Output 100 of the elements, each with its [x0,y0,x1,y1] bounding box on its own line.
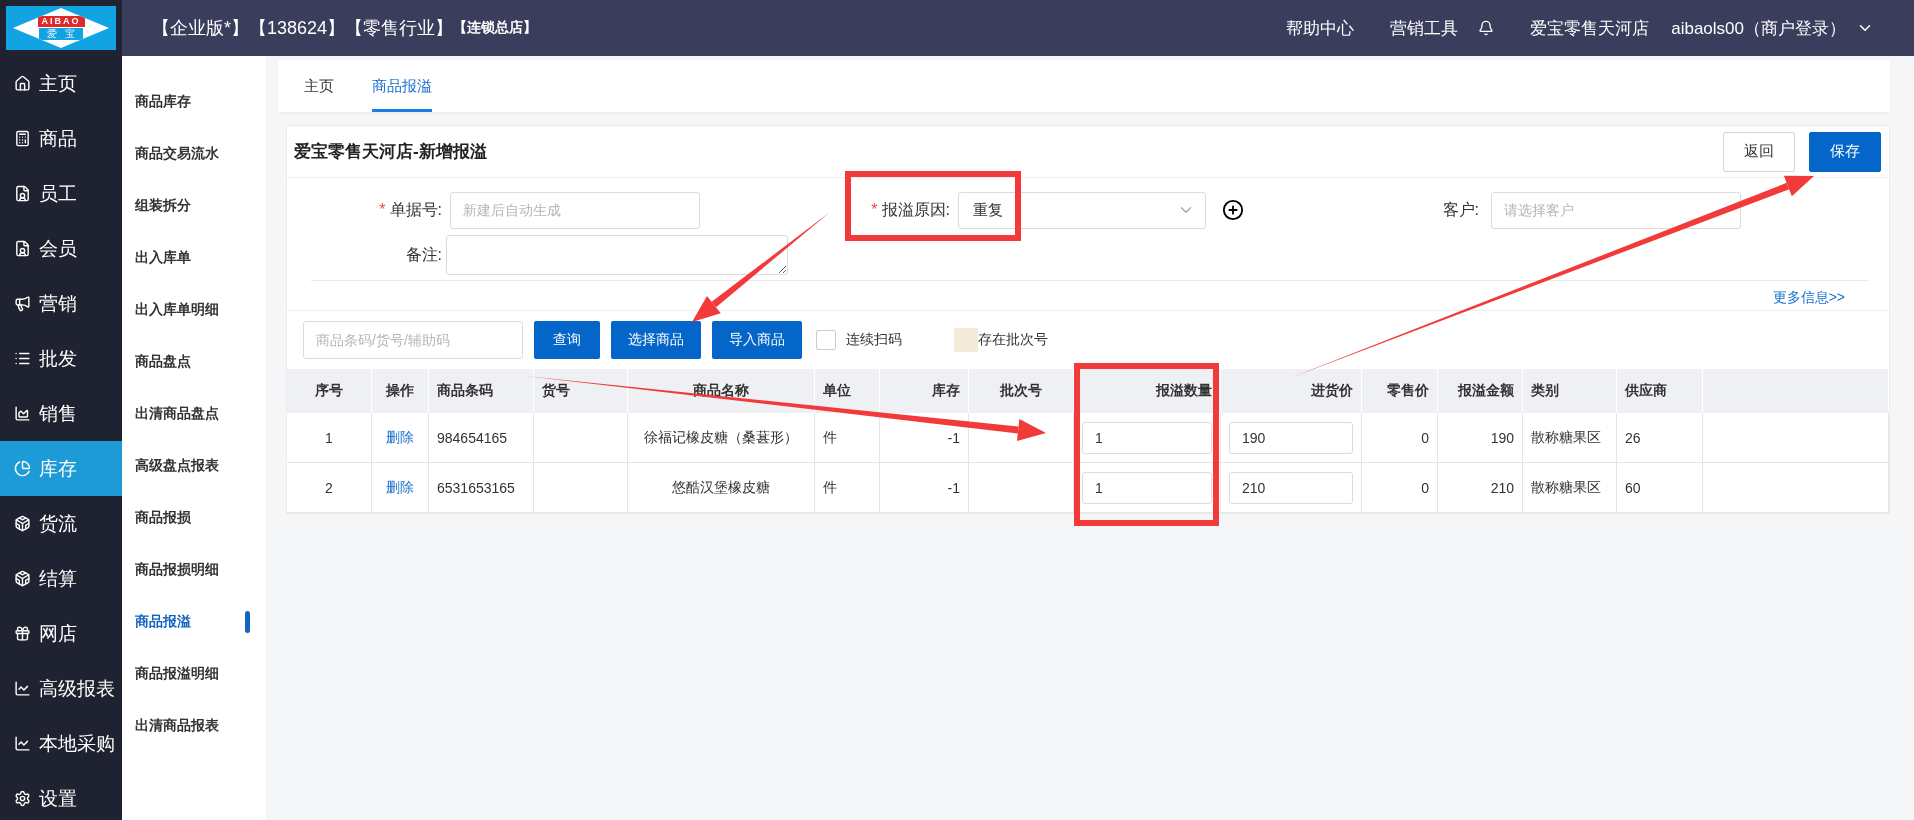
header-tag: 【138624】 [249,16,346,40]
nav-item[interactable]: 员工 [0,166,122,221]
quantity-field[interactable]: 1 [1082,471,1212,504]
megaphone-icon [14,295,31,312]
column-header: 零售价 [1362,369,1438,413]
nav-item[interactable]: 商品 [0,111,122,166]
cost-field[interactable]: 210 [1229,471,1353,504]
field-label: 备注: [404,244,442,265]
submenu-item[interactable]: 商品报损明细 [122,544,266,596]
column-header: 序号 [287,369,372,413]
header-tag: 【零售行业】 [345,16,454,40]
submenu-item[interactable]: 组装拆分 [122,180,266,232]
column-header: 库存 [880,369,969,413]
checkbox[interactable] [816,330,836,350]
back-button[interactable]: 返回 [1723,131,1795,172]
table-cell: 0 [1362,413,1438,463]
nav-item[interactable]: 设置 [0,771,122,820]
user-menu[interactable]: aibaols00（商户登录） [1671,16,1874,40]
cost-field[interactable]: 190 [1229,421,1353,454]
list-icon [14,350,31,367]
toolbar-button[interactable]: 导入商品 [712,321,802,359]
tab[interactable]: 主页 [304,60,334,112]
page-title: 爱宝零售天河店-新增报溢 [294,141,487,163]
submenu-item[interactable]: 商品报溢 [122,596,266,648]
column-header: 批次号 [969,369,1074,413]
add-icon[interactable] [1222,199,1244,221]
submenu-item[interactable]: 商品交易流水 [122,128,266,180]
nav-item[interactable]: 网店 [0,606,122,661]
nav-item[interactable]: 批发 [0,331,122,386]
reason-select[interactable]: 重复 [958,191,1206,229]
save-button[interactable]: 保存 [1809,131,1881,172]
note-field[interactable] [446,235,788,275]
field-label: * 报溢原因: [870,199,950,220]
submenu-item[interactable]: 商品盘点 [122,336,266,388]
table-cell: 散称糖果区 [1523,463,1617,513]
submenu-item[interactable]: 高级盘点报表 [122,440,266,492]
search-field[interactable]: 商品条码/货号/辅助码 [303,321,523,359]
table-cell: 26 [1617,413,1703,463]
table-cell: 190 [1438,413,1523,463]
header-tag: 【企业版*】 [152,16,249,40]
submenu-item[interactable]: 商品报溢明细 [122,648,266,700]
store-name: 爱宝零售天河店 [1530,17,1650,40]
table-cell: -1 [880,463,969,513]
submenu-item[interactable]: 商品报损 [122,492,266,544]
nav-item[interactable]: 高级报表 [0,661,122,716]
table-cell: 件 [815,463,880,513]
line-chart-icon [14,680,31,697]
checkbox-label: 连续扫码 [846,331,902,349]
cube-icon [14,515,31,532]
table-cell: 散称糖果区 [1523,413,1617,463]
nav-item[interactable]: 结算 [0,551,122,606]
delete-link[interactable]: 删除 [386,428,414,447]
column-header: 操作 [372,369,429,413]
cube-icon [14,570,31,587]
logo: AIBAO 爱宝 [6,6,116,50]
order-number-field[interactable]: 新建后自动生成 [450,191,700,229]
column-header: 供应商 [1617,369,1703,413]
table-cell: 1 [287,413,372,463]
field-label: 客户: [1441,199,1479,220]
field-label: * 单据号: [378,199,442,220]
nav-item[interactable]: 本地采购 [0,716,122,771]
notification-bell-icon[interactable] [1478,20,1495,36]
nav-item[interactable]: 主页 [0,56,122,111]
customer-field[interactable]: 请选择客户 [1491,191,1741,229]
settings-icon [14,790,31,807]
header-link[interactable]: 帮助中心 [1286,16,1355,40]
nav-item[interactable]: 货流 [0,496,122,551]
nav-item[interactable]: 会员 [0,221,122,276]
submenu-item[interactable]: 出清商品报表 [122,700,266,752]
header-tag: 【连锁总店】 [453,19,538,37]
column-header: 货号 [534,369,628,413]
active-indicator [245,611,250,633]
table-cell: 2 [287,463,372,513]
table-cell: 悠酷汉堡橡皮糖 [628,463,815,513]
nav-item[interactable]: 销售 [0,386,122,441]
more-info-link[interactable]: 更多信息>> [1772,289,1845,307]
quantity-field[interactable]: 1 [1082,421,1212,454]
submenu-item[interactable]: 商品库存 [122,76,266,128]
legend-label: 存在批次号 [978,331,1048,349]
line-chart-icon [14,735,31,752]
table-cell: 6531653165 [429,463,534,513]
column-header: 类别 [1523,369,1617,413]
document-person-icon [14,240,31,257]
toolbar-button[interactable]: 选择商品 [611,321,701,359]
column-header: 单位 [815,369,880,413]
area-chart-icon [14,405,31,422]
table-cell: 984654165 [429,413,534,463]
delete-link[interactable]: 删除 [386,478,414,497]
submenu-item[interactable]: 出入库单 [122,232,266,284]
submenu-item[interactable]: 出入库单明细 [122,284,266,336]
submenu-item[interactable]: 出清商品盘点 [122,388,266,440]
table-cell: 60 [1617,463,1703,513]
tab[interactable]: 商品报溢 [372,60,432,112]
home-icon [14,75,31,92]
toolbar-button[interactable]: 查询 [534,321,600,359]
document-person-icon [14,185,31,202]
header-link[interactable]: 营销工具 [1390,16,1459,40]
column-header: 商品条码 [429,369,534,413]
gift-icon [14,625,31,642]
nav-item[interactable]: 营销 [0,276,122,331]
